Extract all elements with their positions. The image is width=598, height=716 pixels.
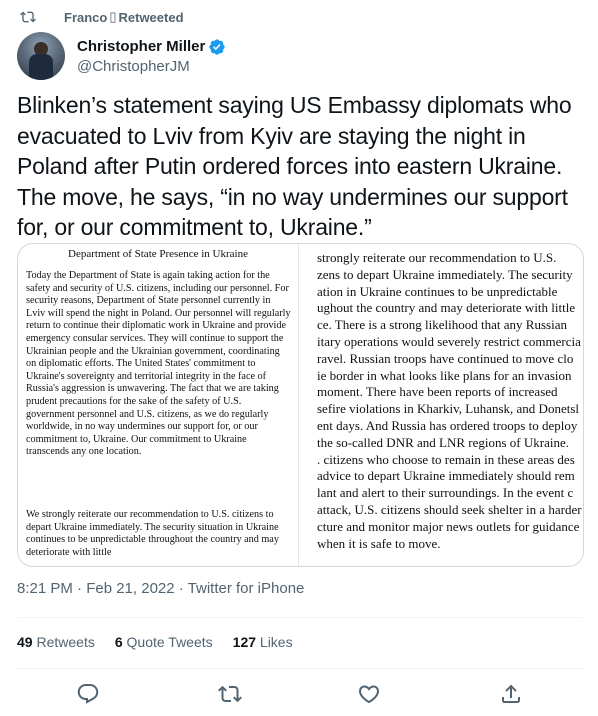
avatar[interactable]	[17, 32, 65, 80]
document-title: Department of State Presence in Ukraine	[68, 248, 248, 260]
tweet-stats: 49 Retweets 6 Quote Tweets 127 Likes	[17, 634, 313, 650]
retweets-stat[interactable]: 49 Retweets	[17, 634, 95, 650]
retweet-indicator-icon	[20, 11, 36, 23]
document-line: the so-called DNR and LNR regions of Ukr…	[317, 434, 569, 450]
document-line: lant and alert to their surroundings. In…	[317, 485, 574, 501]
tweet-timestamp[interactable]: 8:21 PM · Feb 21, 2022 · Twitter for iPh…	[17, 580, 304, 597]
document-line: zens to depart Ukraine immediately. The …	[317, 266, 573, 282]
document-line: ie border in what looks like plans for a…	[317, 367, 572, 383]
likes-stat[interactable]: 127 Likes	[233, 634, 293, 650]
author-display-name[interactable]: Christopher Miller	[77, 38, 205, 55]
quote-tweets-stat[interactable]: 6 Quote Tweets	[115, 634, 213, 650]
quote-tweets-label: Quote Tweets	[126, 634, 213, 650]
document-paragraph-1: Today the Department of State is again t…	[26, 270, 291, 458]
reply-icon[interactable]	[76, 682, 100, 706]
document-line: when it is safe to move.	[317, 535, 441, 551]
document-line: advice to depart Ukraine immediately sho…	[317, 468, 575, 484]
likes-label: Likes	[259, 634, 293, 650]
retweeted-label: Retweeted	[118, 9, 184, 25]
document-page-right-zoomed: strongly reiterate our recommendation to…	[298, 244, 583, 566]
document-line: ravel. Russian troops have continued to …	[317, 350, 574, 366]
document-line: ce. There is a strong likelihood that an…	[317, 317, 567, 333]
document-line: moment. There have been reports of incre…	[317, 384, 558, 400]
verified-badge-icon	[209, 38, 226, 55]
document-line: ent days. And Russia has ordered troops …	[317, 417, 578, 433]
document-line: itary operations would severely restrict…	[317, 333, 581, 349]
document-line: attack, U.S. citizens should seek shelte…	[317, 501, 582, 517]
divider	[17, 617, 582, 618]
document-line: ughout the country and may deteriorate w…	[317, 300, 576, 316]
document-page-left: Department of State Presence in Ukraine …	[18, 244, 298, 566]
document-line: cture and monitor major news outlets for…	[317, 518, 580, 534]
retweets-count: 49	[17, 634, 33, 650]
divider	[17, 668, 582, 669]
share-icon[interactable]	[499, 682, 523, 706]
likes-count: 127	[232, 634, 257, 650]
retweet-icon[interactable]	[218, 682, 242, 706]
document-line: strongly reiterate our recommendation to…	[317, 250, 557, 265]
document-line: sefire violations in Kharkiv, Luhansk, a…	[317, 401, 579, 417]
document-paragraph-2: We strongly reiterate our recommendation…	[26, 509, 279, 558]
tweet-media-image[interactable]: Department of State Presence in Ukraine …	[17, 243, 584, 567]
retweeter-badge-glyph: ▯	[109, 9, 117, 24]
document-line: . citizens who choose to remain in these…	[317, 451, 575, 467]
retweeted-by-line: Franco ▯ Retweeted	[18, 6, 184, 28]
tweet-actions-bar	[0, 676, 598, 710]
tweet-author-header: Christopher Miller @ChristopherJM	[17, 30, 226, 82]
tweet-text: Blinken’s statement saying US Embassy di…	[17, 92, 572, 240]
document-line: ation in Ukraine continues to be unpredi…	[317, 283, 558, 299]
retweets-label: Retweets	[36, 634, 95, 650]
retweeter-name[interactable]: Franco	[64, 10, 107, 25]
quote-tweets-count: 6	[114, 634, 123, 650]
like-icon[interactable]	[357, 682, 381, 706]
author-handle[interactable]: @ChristopherJM	[77, 58, 226, 75]
